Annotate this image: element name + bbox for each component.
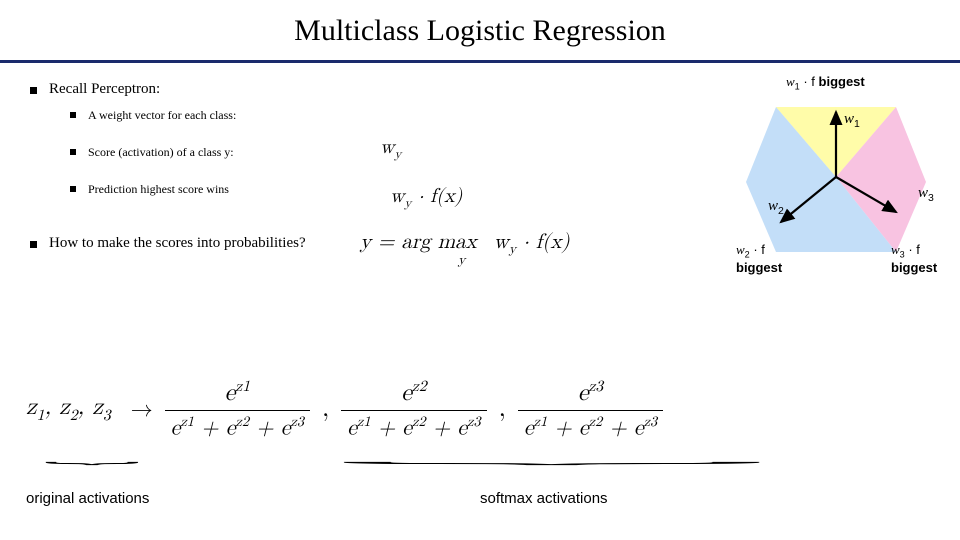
bullet-icon: [70, 112, 76, 118]
softmax-frac-3: ez3 ez1 + ez2 + ez3: [518, 378, 663, 441]
bullet-icon: [70, 149, 76, 155]
diag-w1f: w1 · f biggest: [786, 74, 865, 92]
brace-left: ⏟: [44, 448, 140, 464]
bullet-icon: [30, 241, 37, 248]
label-original: original activations: [26, 490, 149, 507]
bullet-icon: [70, 186, 76, 192]
diag-w3: w3: [918, 184, 934, 204]
math-score: wy · f(x): [390, 184, 462, 212]
perceptron-diagram: w1 · f biggest w1 w2 w3 w2 · fbiggest w3…: [726, 82, 946, 282]
math-wy: wy: [380, 135, 401, 163]
brace-right: ⏟: [336, 448, 768, 464]
diag-w2: w2: [768, 197, 784, 217]
label-softmax: softmax activations: [480, 490, 608, 507]
softmax-frac-2: ez2 ez1 + ez2 + ez3: [341, 378, 486, 441]
slide-title: Multiclass Logistic Regression: [0, 0, 960, 60]
z-inputs: z1, z2, z3: [26, 393, 111, 426]
softmax-expression: z1, z2, z3 → ez1 ez1 + ez2 + ez3 , ez2 e…: [0, 378, 960, 441]
math-argmax: y = arg max y wy · f(x): [360, 230, 570, 258]
diag-w2f: w2 · fbiggest: [736, 242, 782, 275]
bullet-icon: [30, 87, 37, 94]
softmax-frac-1: ez1 ez1 + ez2 + ez3: [165, 378, 310, 441]
bullet-text: A weight vector for each class:: [88, 108, 236, 123]
bullet-text: How to make the scores into probabilitie…: [49, 235, 306, 252]
diag-w1: w1: [844, 110, 860, 130]
diag-w3f: w3 · fbiggest: [891, 242, 937, 275]
bullet-text: Recall Perceptron:: [49, 81, 160, 98]
bullet-text: Prediction highest score wins: [88, 182, 229, 197]
arrow-icon: →: [131, 397, 153, 423]
bullet-text: Score (activation) of a class y:: [88, 145, 234, 160]
